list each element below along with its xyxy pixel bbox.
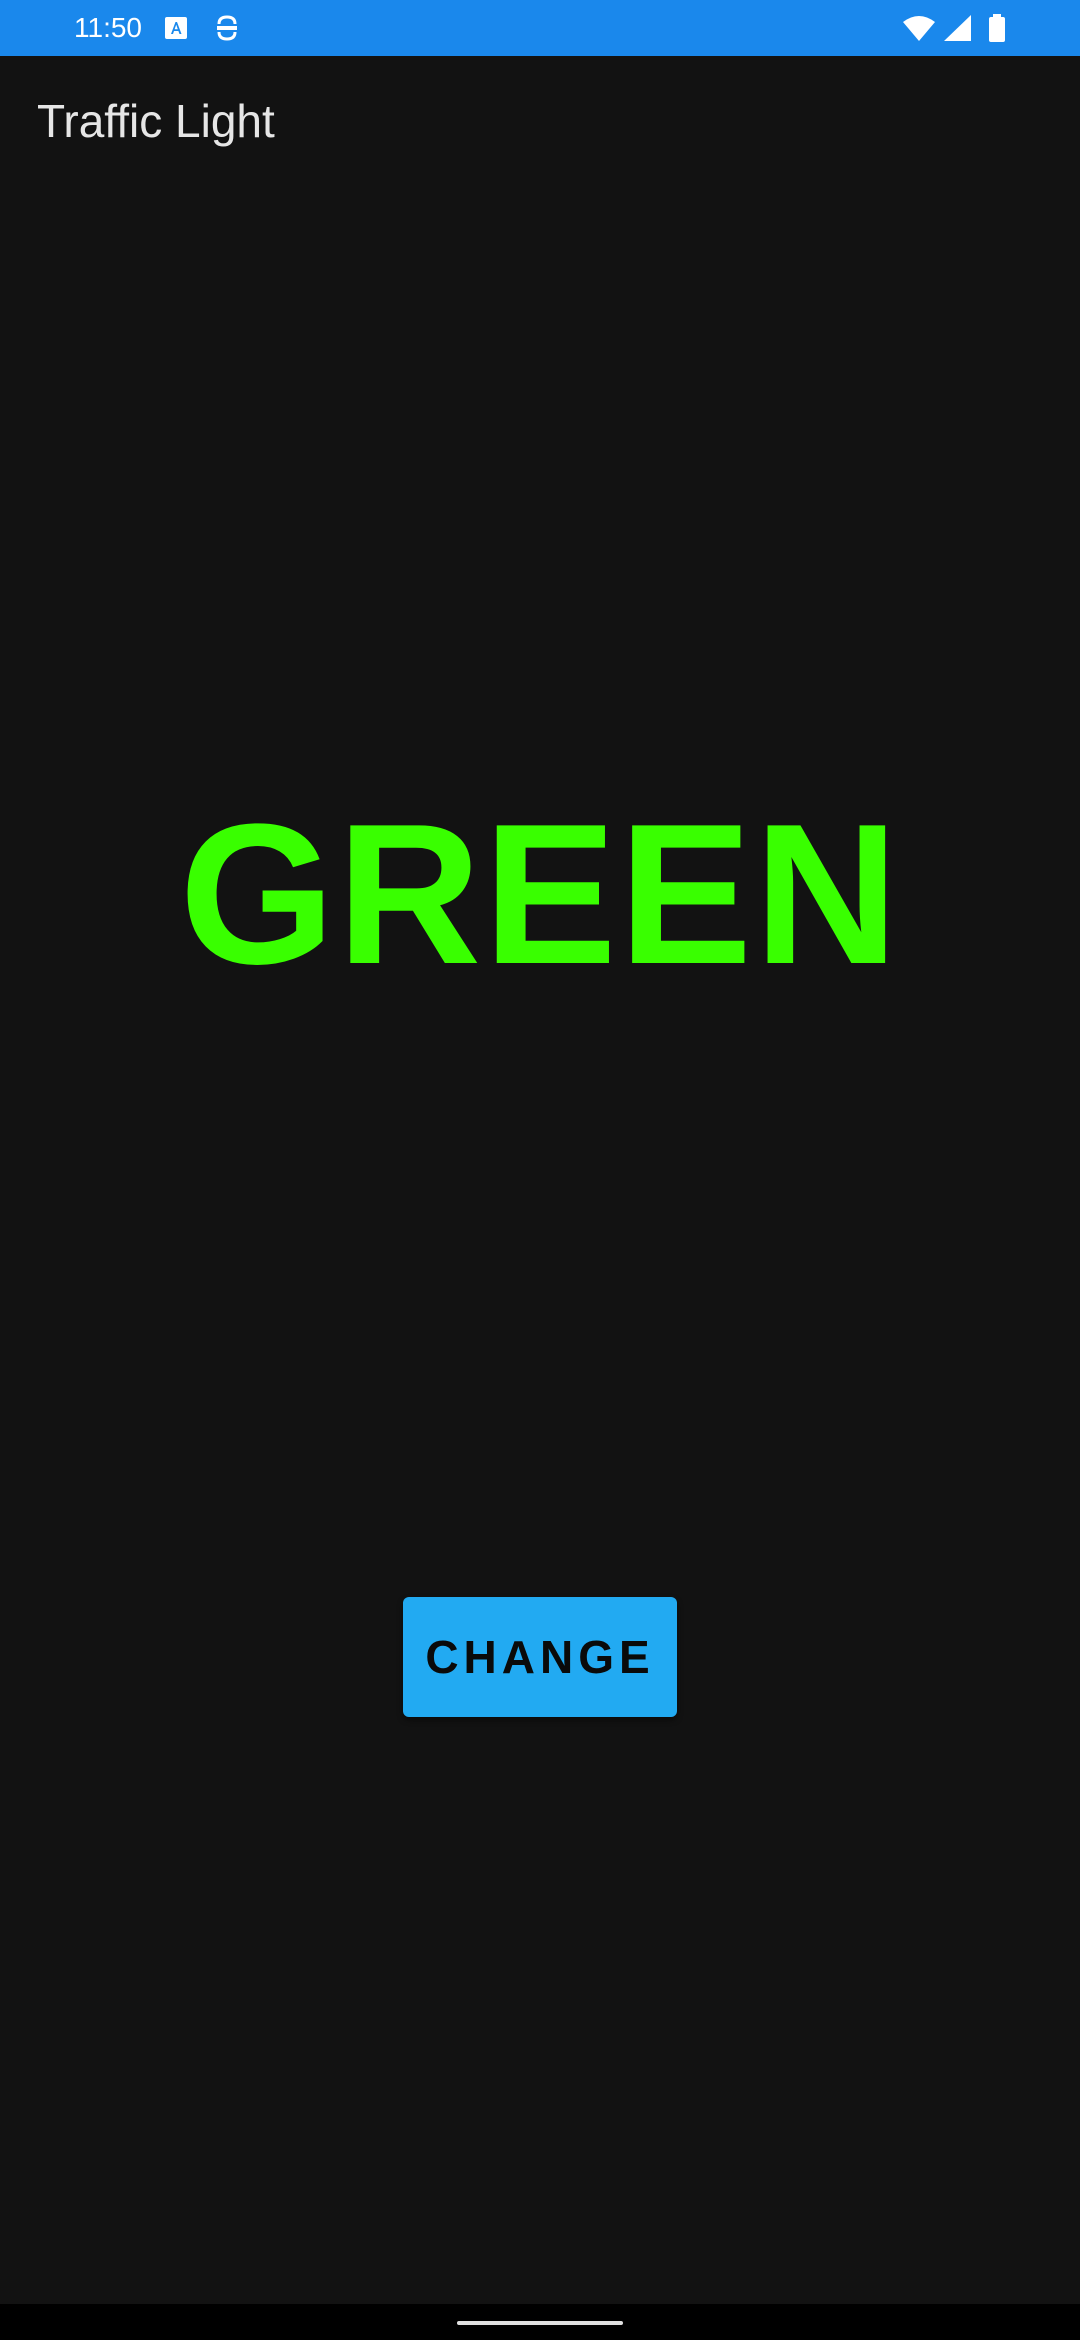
app-title: Traffic Light xyxy=(37,95,275,147)
wifi-icon xyxy=(902,14,936,42)
cell-signal-icon xyxy=(942,14,972,42)
light-state-text: GREEN xyxy=(179,783,901,1006)
change-button[interactable]: CHANGE xyxy=(403,1597,677,1717)
face-id-icon xyxy=(214,14,240,42)
gesture-handle[interactable] xyxy=(457,2321,623,2325)
change-button-label: CHANGE xyxy=(425,1631,655,1683)
navigation-bar xyxy=(0,2304,1080,2340)
app-bar: Traffic Light xyxy=(0,56,1080,192)
status-bar: 11:50 xyxy=(0,0,1080,56)
battery-icon xyxy=(988,14,1006,42)
screen: 11:50 Traffic Light GREEN CHANGE xyxy=(0,0,1080,2340)
translate-icon xyxy=(164,14,188,42)
status-time: 11:50 xyxy=(74,12,142,43)
